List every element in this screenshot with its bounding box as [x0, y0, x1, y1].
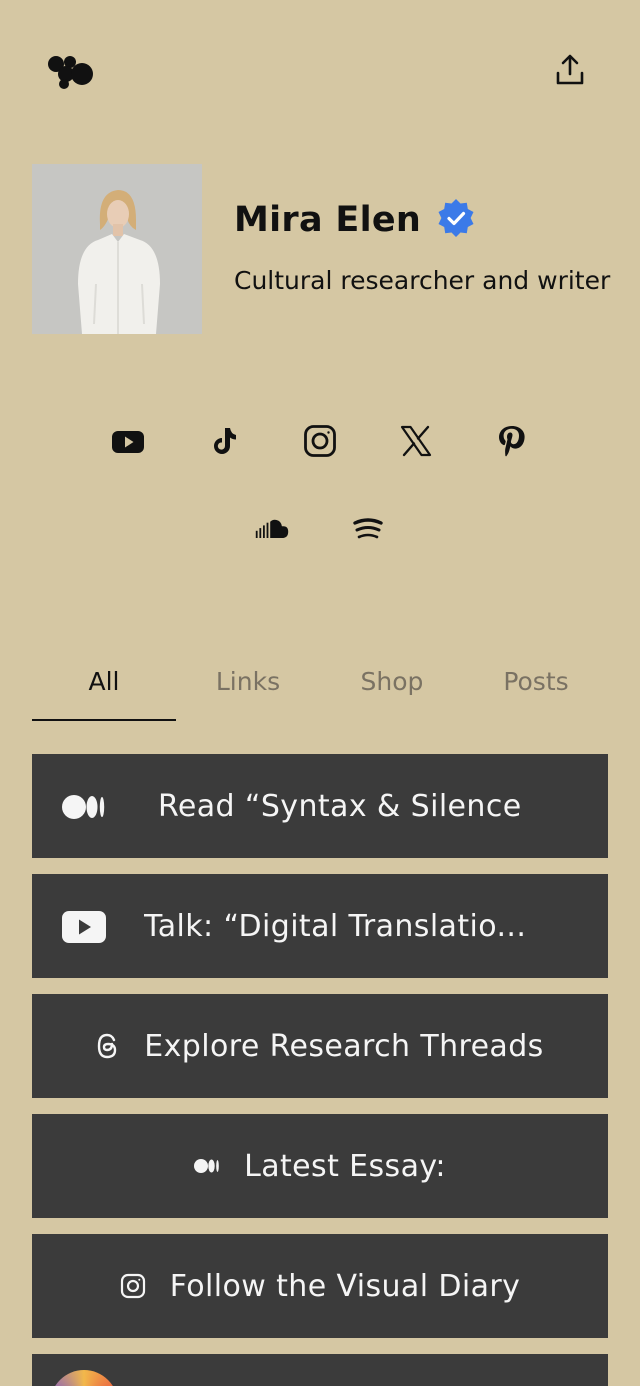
pinterest-icon[interactable] — [492, 421, 532, 461]
tab-posts[interactable]: Posts — [464, 660, 608, 704]
link-thumbnail — [50, 1370, 118, 1386]
soundcloud-icon[interactable] — [252, 509, 292, 549]
youtube-icon — [62, 911, 106, 943]
link-button-syntax-silence[interactable]: Read “Syntax & Silence — [32, 754, 608, 858]
link-label: Read “Syntax & Silence — [158, 788, 522, 824]
profile-bio: Cultural researcher and writer — [234, 266, 611, 295]
link-button-visual-diary[interactable]: Follow the Visual Diary — [32, 1234, 608, 1338]
tab-shop[interactable]: Shop — [320, 660, 464, 704]
profile-name: Mira Elen — [234, 200, 422, 240]
instagram-icon[interactable] — [300, 421, 340, 461]
medium-icon — [194, 1158, 220, 1174]
brand-logo-icon[interactable] — [44, 52, 96, 92]
link-label: Latest Essay: — [244, 1148, 446, 1184]
medium-icon — [62, 794, 106, 820]
link-button-research-threads[interactable]: Explore Research Threads — [32, 994, 608, 1098]
link-label: Follow the Visual Diary — [169, 1268, 521, 1304]
verified-badge-icon — [435, 197, 477, 243]
link-button-partial[interactable] — [32, 1354, 608, 1386]
tiktok-icon[interactable] — [204, 421, 244, 461]
spotify-icon[interactable] — [348, 509, 388, 549]
x-icon[interactable] — [396, 421, 436, 461]
profile-name-row: Mira Elen — [234, 196, 477, 244]
link-label: Explore Research Threads — [144, 1028, 544, 1064]
avatar — [32, 164, 202, 334]
tab-links[interactable]: Links — [176, 660, 320, 704]
tab-all[interactable]: All — [32, 660, 176, 704]
threads-icon — [96, 1033, 120, 1059]
active-tab-indicator — [32, 719, 176, 721]
link-button-latest-essay[interactable]: Latest Essay: — [32, 1114, 608, 1218]
youtube-icon[interactable] — [108, 421, 148, 461]
link-button-digital-translation[interactable]: Talk: “Digital Translatio... — [32, 874, 608, 978]
instagram-icon — [120, 1273, 146, 1299]
share-icon[interactable] — [552, 52, 588, 88]
link-label: Talk: “Digital Translatio... — [144, 908, 527, 944]
